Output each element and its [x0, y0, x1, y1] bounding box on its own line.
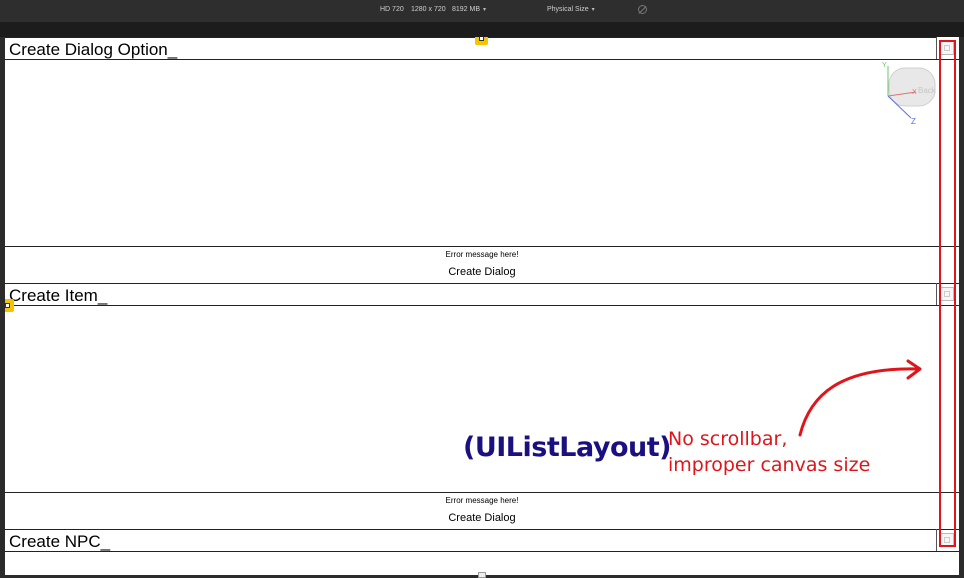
chevron-down-icon: ▾	[591, 7, 595, 13]
divider	[5, 551, 959, 552]
divider	[5, 37, 937, 38]
chevron-down-icon: ▾	[483, 7, 487, 13]
text-cursor: _	[100, 532, 111, 551]
divider	[5, 59, 959, 60]
toolbar-divider	[0, 22, 964, 37]
device-toolbar: HD 720 1280 x 720 8192 MB ▾ Physical Size…	[0, 0, 964, 22]
gizmo-face-label: Back	[918, 86, 937, 95]
divider	[5, 246, 959, 247]
gizmo-axis-x-label: X	[912, 89, 917, 96]
gizmo-axis-y-label: Y	[882, 62, 887, 69]
annotation-line: No scrollbar,	[668, 428, 788, 450]
divider	[5, 492, 959, 493]
resize-handle-icon[interactable]	[475, 37, 488, 45]
create-dialog-button[interactable]: Create Dialog	[432, 266, 532, 278]
gizmo-axis-z-label: Z	[911, 117, 916, 126]
memory-dropdown[interactable]: 8192 MB ▾	[452, 6, 486, 13]
divider	[5, 305, 959, 306]
divider	[936, 283, 937, 305]
divider	[936, 37, 937, 59]
section-title-text: Create Dialog Option	[9, 40, 168, 59]
bottom-scroll-indicator[interactable]	[478, 572, 486, 578]
divider	[5, 529, 959, 530]
section-title-dialog-option[interactable]: Create Dialog Option_	[9, 40, 177, 60]
view-mode-label: Physical Size	[547, 6, 589, 13]
scrollbar-annotation: No scrollbar, improper canvas size	[668, 426, 870, 478]
section-title-item[interactable]: Create Item_	[9, 286, 107, 306]
error-message: Error message here!	[445, 496, 519, 505]
text-cursor: _	[97, 286, 108, 305]
annotation-line: improper canvas size	[668, 454, 871, 476]
section-title-text: Create NPC	[9, 532, 101, 551]
highlight-box	[939, 40, 956, 547]
stop-icon[interactable]	[638, 5, 647, 14]
create-dialog-button[interactable]: Create Dialog	[432, 512, 532, 524]
error-message: Error message here!	[445, 250, 519, 259]
section-title-text: Create Item	[9, 286, 98, 305]
layout-annotation: (UIListLayout)	[463, 432, 671, 463]
divider	[5, 283, 959, 284]
resolution-label: HD 720	[380, 6, 404, 13]
dimensions-label: 1280 x 720	[411, 6, 446, 13]
view-mode-dropdown[interactable]: Physical Size ▾	[547, 6, 595, 13]
text-cursor: _	[167, 40, 178, 59]
section-title-npc[interactable]: Create NPC_	[9, 532, 110, 552]
divider	[936, 529, 937, 551]
view-cube-gizmo[interactable]: Back Y X Z	[878, 60, 940, 128]
memory-label: 8192 MB	[452, 6, 481, 13]
resize-handle-icon[interactable]	[5, 299, 14, 312]
game-viewport: Create Dialog Option_ Error message here…	[5, 37, 959, 575]
